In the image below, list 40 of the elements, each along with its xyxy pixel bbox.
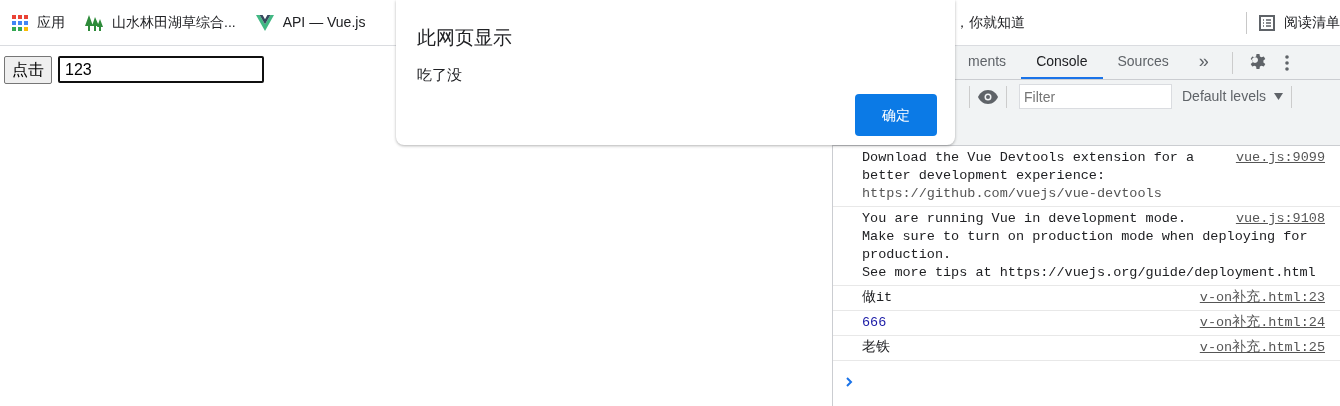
bookmark-item[interactable]: API — Vue.js [255,12,366,33]
devtools-tab[interactable]: Sources [1102,46,1184,79]
bookmark-item[interactable]: ，你就知道 [955,12,1026,33]
console-message: 老铁 [862,339,890,357]
dialog-title: 此网页显示 [417,26,513,50]
source-link[interactable]: vue.js:9099 [1235,149,1325,167]
text-field[interactable]: 123 [58,56,264,83]
dialog-message: 吃了没 [417,64,463,85]
console-message: production. [862,247,952,262]
url-link[interactable]: https://vuejs.org/guide/deployment.html [999,265,1316,280]
click-button[interactable]: 点击 [4,56,52,84]
levels-dropdown[interactable]: Default levels [1182,86,1284,107]
filter-field[interactable]: Filter [1019,84,1172,109]
settings-icon[interactable] [1248,53,1267,72]
reading-list-button[interactable]: 阅读清单 [1259,12,1340,33]
url-link[interactable]: https://github.com/vuejs/vue-devtools [862,186,1162,201]
bookmark-item[interactable]: 应用 [12,12,65,33]
source-link[interactable]: v-on补充.html:23 [1199,289,1325,307]
list-icon [1259,14,1275,31]
source-link[interactable]: v-on补充.html:25 [1199,339,1325,357]
console-message: 做it [862,289,893,307]
v-logo-icon [255,14,274,31]
console-message: See more tips at https://vuejs.org/guide/deployment.html [862,265,1316,280]
ok-button[interactable]: 确定 [855,94,937,136]
apps-grid-icon [12,14,28,31]
devtools-tab[interactable]: ments [953,46,1022,79]
console-message: You are running Vue in development mode. [862,210,1187,228]
console-message: Download the Vue Devtools extension for a [862,149,1195,167]
more-menu-icon[interactable] [1284,54,1289,71]
console-message: Make sure to turn on production mode when deploying for [862,229,1308,244]
more-tabs-button[interactable]: » [1183,46,1224,79]
source-link[interactable]: vue.js:9108 [1235,210,1325,228]
bookmark-item[interactable]: 山水林田湖草综合... [85,12,236,33]
console-message: 666 [862,314,887,332]
console-message: better development experience: [862,168,1106,183]
eye-icon[interactable] [978,89,998,104]
caret-icon [1274,93,1284,100]
prompt-icon [845,376,853,387]
trees-icon [85,13,103,32]
source-link[interactable]: v-on补充.html:24 [1199,314,1325,332]
